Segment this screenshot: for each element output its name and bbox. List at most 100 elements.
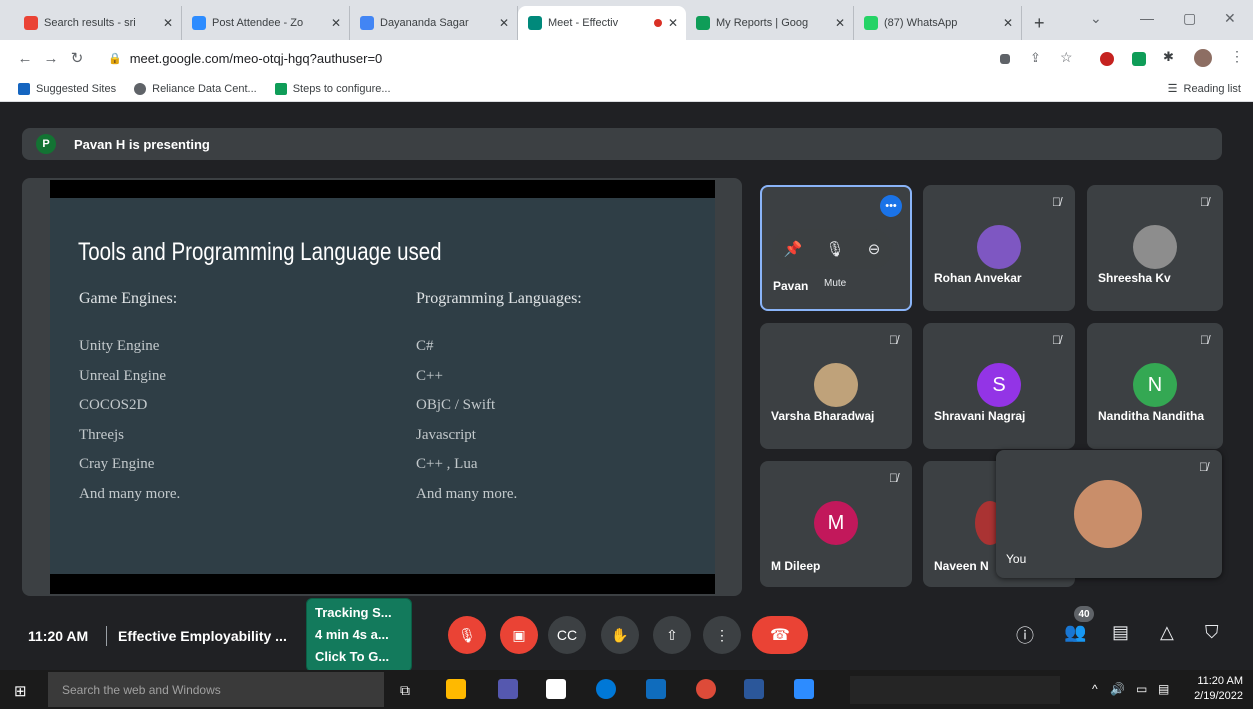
participant-tile-pavan[interactable]: ••• 📌 🎙 ⊖ Mute Pavan bbox=[760, 185, 912, 311]
profile-avatar[interactable] bbox=[1194, 49, 1212, 67]
browser-tab[interactable]: Search results - sri ✕ bbox=[14, 6, 182, 40]
word-icon[interactable] bbox=[744, 679, 764, 699]
browser-tab[interactable]: Dayananda Sagar ✕ bbox=[350, 6, 518, 40]
participant-photo bbox=[977, 225, 1021, 269]
maximize-button[interactable]: ▢ bbox=[1183, 10, 1196, 27]
tab-title: Post Attendee - Zo bbox=[212, 17, 304, 29]
host-controls-icon[interactable]: ⛉ bbox=[1205, 622, 1219, 643]
bookmark-steps[interactable]: Steps to configure... bbox=[274, 82, 391, 95]
slide-list-item: Javascript bbox=[416, 426, 476, 443]
calendar-icon bbox=[360, 16, 374, 30]
webex-icon[interactable] bbox=[646, 679, 666, 699]
self-view-tile[interactable]: 🎙̸ You bbox=[996, 450, 1222, 578]
participant-tile[interactable]: 🎙̸ M M Dileep bbox=[760, 461, 912, 587]
whatsapp-icon bbox=[864, 16, 878, 30]
extension-check-icon[interactable] bbox=[1132, 52, 1146, 66]
activities-icon[interactable]: △ bbox=[1160, 622, 1174, 643]
close-tab-icon[interactable]: ✕ bbox=[1003, 16, 1013, 30]
bookmark-reliance[interactable]: Reliance Data Cent... bbox=[134, 82, 257, 95]
participant-tile[interactable]: 🎙̸ Rohan Anvekar bbox=[923, 185, 1075, 311]
browser-tab[interactable]: My Reports | Goog ✕ bbox=[686, 6, 854, 40]
store-icon[interactable] bbox=[546, 679, 566, 699]
camera-toggle-button[interactable]: ▣ bbox=[500, 616, 538, 654]
meeting-title[interactable]: Effective Employability ... bbox=[118, 628, 287, 644]
mic-off-icon: 🎙̸ bbox=[889, 333, 898, 347]
browser-tab[interactable]: Meet - Effectiv ✕ bbox=[518, 6, 686, 40]
mic-off-icon: 🎙̸ bbox=[889, 471, 898, 485]
slide-list-item: And many more. bbox=[79, 485, 181, 502]
minimize-button[interactable]: — bbox=[1140, 10, 1154, 26]
raise-hand-button[interactable]: ✋ bbox=[601, 616, 639, 654]
captions-button[interactable]: CC bbox=[548, 616, 586, 654]
more-options-button[interactable]: ⋮ bbox=[703, 616, 741, 654]
battery-icon[interactable]: ▭ bbox=[1136, 682, 1147, 696]
bookmark-star-icon[interactable]: ☆ bbox=[1060, 49, 1073, 66]
slide-letterbox-bottom bbox=[50, 574, 715, 594]
zoom-icon[interactable] bbox=[794, 679, 814, 699]
leave-call-button[interactable]: ☎ bbox=[752, 616, 808, 654]
windows-start-icon[interactable]: ⊞ bbox=[14, 682, 27, 700]
bookmark-suggested-sites[interactable]: Suggested Sites bbox=[18, 82, 116, 95]
participant-tile[interactable]: 🎙̸ Varsha Bharadwaj bbox=[760, 323, 912, 449]
notification-icon[interactable]: ▤ bbox=[1158, 682, 1169, 696]
pin-icon[interactable]: 📌 bbox=[784, 240, 803, 258]
new-tab-button[interactable]: + bbox=[1034, 13, 1045, 34]
edge-icon[interactable] bbox=[596, 679, 616, 699]
mic-off-icon: 🎙 bbox=[458, 626, 476, 643]
slide-column-engines: Game Engines: Unity Engine Unreal Engine C… bbox=[79, 290, 180, 515]
slide-list-item: Cray Engine bbox=[79, 456, 155, 472]
mic-icon[interactable]: 🎙 bbox=[826, 240, 845, 258]
tab-strip: Search results - sri ✕ Post Attendee - Zo ✕… bbox=[0, 0, 1253, 40]
participant-tile[interactable]: 🎙̸ S Shravani Nagraj bbox=[923, 323, 1075, 449]
close-window-button[interactable]: ✕ bbox=[1224, 10, 1236, 27]
remove-icon[interactable]: ⊖ bbox=[868, 240, 881, 258]
info-icon[interactable]: ⓘ bbox=[1016, 622, 1034, 648]
more-options-icon[interactable]: ••• bbox=[880, 195, 902, 217]
taskbar-clock[interactable]: 11:20 AM 2/19/2022 bbox=[1194, 674, 1243, 704]
extensions-puzzle-icon[interactable]: ✱ bbox=[1163, 49, 1174, 65]
forms-icon bbox=[696, 16, 710, 30]
close-tab-icon[interactable]: ✕ bbox=[668, 16, 678, 30]
back-icon[interactable]: ← bbox=[12, 50, 38, 67]
reading-list-button[interactable]: ☰ Reading list bbox=[1168, 82, 1241, 96]
extension-icon[interactable] bbox=[1100, 52, 1114, 66]
mic-toggle-button[interactable]: 🎙 bbox=[448, 616, 486, 654]
slide-list-item: Threejs bbox=[79, 426, 124, 443]
chrome-icon[interactable] bbox=[696, 679, 716, 699]
task-view-icon[interactable]: ⧉ bbox=[400, 682, 410, 699]
tab-title: Meet - Effectiv bbox=[548, 17, 619, 29]
browser-tab[interactable]: Post Attendee - Zo ✕ bbox=[182, 6, 350, 40]
windows-taskbar: ⊞ Search the web and Windows ⧉ ^ 🔊 ▭ ▤ 1… bbox=[0, 670, 1253, 709]
teams-icon[interactable] bbox=[498, 679, 518, 699]
close-tab-icon[interactable]: ✕ bbox=[163, 16, 173, 30]
participant-tile[interactable]: 🎙̸ Shreesha Kv bbox=[1087, 185, 1223, 311]
participant-initial-avatar: N bbox=[1133, 363, 1177, 407]
share-icon[interactable]: ⇪ bbox=[1030, 50, 1041, 66]
present-button[interactable]: ⇧ bbox=[653, 616, 691, 654]
slide-list-item: COCOS2D bbox=[79, 397, 148, 413]
divider bbox=[106, 626, 107, 646]
chat-icon[interactable]: ▤ bbox=[1112, 622, 1129, 643]
camera-icon[interactable] bbox=[1000, 54, 1010, 64]
participant-tile[interactable]: 🎙̸ N Nanditha Nanditha bbox=[1087, 323, 1223, 449]
browser-menu-icon[interactable]: ⋮ bbox=[1230, 48, 1244, 65]
url-field[interactable]: 🔒 meet.google.com/meo-otqj-hgq?authuser=… bbox=[108, 44, 828, 72]
close-tab-icon[interactable]: ✕ bbox=[499, 16, 509, 30]
close-tab-icon[interactable]: ✕ bbox=[835, 16, 845, 30]
show-hidden-icons[interactable]: ^ bbox=[1092, 682, 1098, 696]
tracking-popup[interactable]: Tracking S... 4 min 4s a... Click To G..… bbox=[306, 598, 412, 672]
file-explorer-icon[interactable] bbox=[446, 679, 466, 699]
tracker-line: Tracking S... bbox=[315, 605, 392, 620]
reload-icon[interactable]: ↻ bbox=[64, 49, 90, 67]
tab-search-icon[interactable]: ⌄ bbox=[1090, 10, 1102, 27]
people-icon[interactable]: 👥 bbox=[1064, 622, 1086, 643]
close-tab-icon[interactable]: ✕ bbox=[331, 16, 341, 30]
meeting-time: 11:20 AM bbox=[28, 628, 89, 644]
taskbar-search-input[interactable]: Search the web and Windows bbox=[48, 672, 384, 707]
forward-icon[interactable]: → bbox=[38, 50, 64, 67]
browser-tab[interactable]: (87) WhatsApp ✕ bbox=[854, 6, 1022, 40]
slide-list-item: OBjC / Swift bbox=[416, 397, 496, 413]
mic-off-icon: 🎙̸ bbox=[1200, 333, 1209, 347]
volume-icon[interactable]: 🔊 bbox=[1110, 682, 1125, 696]
slide-letterbox-top bbox=[50, 180, 715, 198]
